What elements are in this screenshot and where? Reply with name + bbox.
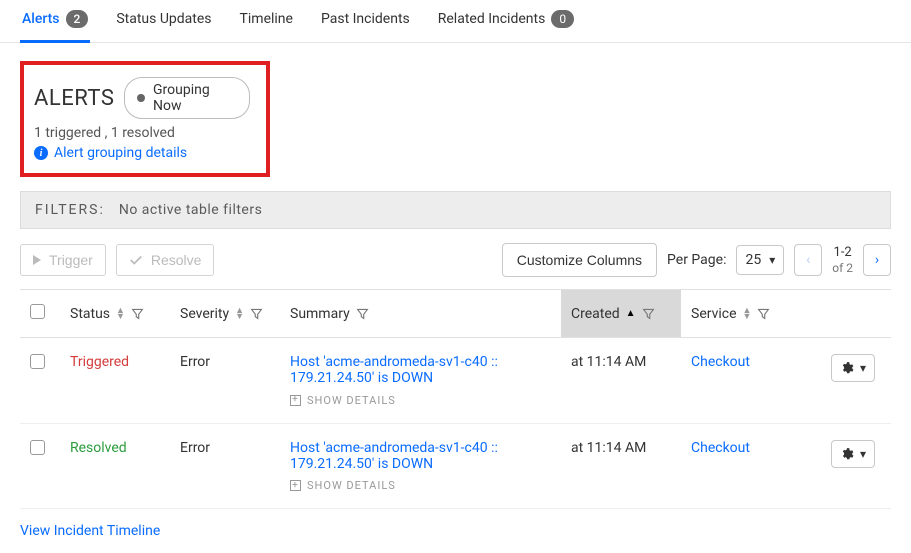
filters-bar: FILTERS: No active table filters xyxy=(20,191,891,229)
trigger-button[interactable]: Trigger xyxy=(20,244,106,276)
per-page-value: 25 xyxy=(745,252,761,268)
grouping-details-link[interactable]: Alert grouping details xyxy=(54,145,187,161)
tab-label: Past Incidents xyxy=(321,11,410,27)
chevron-right-icon: › xyxy=(875,252,879,268)
page-prev-button[interactable]: ‹ xyxy=(794,244,822,276)
grouping-now-pill[interactable]: Grouping Now xyxy=(124,77,250,119)
tab-badge: 2 xyxy=(66,10,89,28)
table-row: Resolved Error Host 'acme-andromeda-sv1-… xyxy=(20,423,891,509)
page-title: ALERTS xyxy=(34,86,114,111)
show-details-label: SHOW DETAILS xyxy=(307,394,396,407)
tab-timeline[interactable]: Timeline xyxy=(238,0,295,43)
page-range-numbers: 1-2 xyxy=(834,245,852,260)
tab-past-incidents[interactable]: Past Incidents xyxy=(319,0,412,43)
sort-icon[interactable]: ▲▼ xyxy=(235,308,244,320)
grouping-pill-label: Grouping Now xyxy=(153,82,237,114)
page-range: 1-2 of 2 xyxy=(832,245,853,275)
tab-related-incidents[interactable]: Related Incidents 0 xyxy=(436,0,576,43)
info-icon: i xyxy=(34,146,48,160)
status-value: Resolved xyxy=(70,440,127,456)
select-all-checkbox[interactable] xyxy=(30,304,45,319)
col-created-label: Created xyxy=(571,306,620,322)
filters-status: No active table filters xyxy=(119,202,262,218)
dot-icon xyxy=(137,94,145,102)
show-details-label: SHOW DETAILS xyxy=(307,479,396,492)
severity-value: Error xyxy=(180,354,210,370)
per-page-select[interactable]: 25 ▾ xyxy=(736,245,784,275)
filter-icon[interactable] xyxy=(356,307,369,320)
customize-columns-button[interactable]: Customize Columns xyxy=(502,243,657,277)
page-next-button[interactable]: › xyxy=(863,244,891,276)
tab-label: Timeline xyxy=(240,11,293,27)
status-value: Triggered xyxy=(70,354,129,370)
summary-link[interactable]: Host 'acme-andromeda-sv1-c40 :: 179.21.2… xyxy=(290,354,551,386)
tab-status-updates[interactable]: Status Updates xyxy=(114,0,213,43)
play-icon xyxy=(33,255,41,265)
alerts-summary-text: 1 triggered , 1 resolved xyxy=(34,125,250,141)
row-actions-dropdown[interactable]: ▾ xyxy=(831,354,875,382)
summary-link[interactable]: Host 'acme-andromeda-sv1-c40 :: 179.21.2… xyxy=(290,440,551,472)
tab-label: Alerts xyxy=(22,11,60,27)
filter-icon[interactable] xyxy=(250,307,263,320)
gear-icon xyxy=(840,361,854,375)
filters-label: FILTERS: xyxy=(35,202,105,218)
per-page-label: Per Page: xyxy=(667,252,726,268)
sort-icon[interactable]: ▲▼ xyxy=(743,308,752,320)
chevron-down-icon: ▾ xyxy=(860,361,866,375)
row-checkbox[interactable] xyxy=(30,440,45,455)
chevron-left-icon: ‹ xyxy=(806,252,810,268)
created-value: at 11:14 AM xyxy=(571,440,646,456)
filter-icon[interactable] xyxy=(757,307,770,320)
page-range-of: of 2 xyxy=(832,261,853,275)
table-row: Triggered Error Host 'acme-andromeda-sv1… xyxy=(20,338,891,424)
filter-icon[interactable] xyxy=(131,307,144,320)
col-status-label: Status xyxy=(70,306,110,322)
row-actions-dropdown[interactable]: ▾ xyxy=(831,440,875,468)
tab-label: Related Incidents xyxy=(438,11,546,27)
tab-alerts[interactable]: Alerts 2 xyxy=(20,0,90,43)
action-row: Trigger Resolve Customize Columns Per Pa… xyxy=(20,243,891,277)
alerts-table: Status ▲▼ Severity ▲▼ Summary xyxy=(20,289,891,509)
created-value: at 11:14 AM xyxy=(571,354,646,370)
view-timeline-link[interactable]: View Incident Timeline xyxy=(20,523,160,539)
chevron-down-icon: ▾ xyxy=(769,253,775,267)
check-icon xyxy=(129,254,143,266)
service-link[interactable]: Checkout xyxy=(691,440,750,456)
tab-badge: 0 xyxy=(551,10,574,28)
tabs-bar: Alerts 2 Status Updates Timeline Past In… xyxy=(0,0,911,43)
severity-value: Error xyxy=(180,440,210,456)
col-severity-label: Severity xyxy=(180,306,229,322)
alerts-header-box: ALERTS Grouping Now 1 triggered , 1 reso… xyxy=(20,61,270,177)
show-details-toggle[interactable]: + SHOW DETAILS xyxy=(290,479,396,492)
show-details-toggle[interactable]: + SHOW DETAILS xyxy=(290,394,396,407)
sort-asc-icon[interactable]: ▲ xyxy=(626,308,636,319)
tab-label: Status Updates xyxy=(116,11,211,27)
gear-icon xyxy=(840,447,854,461)
resolve-label: Resolve xyxy=(151,252,202,268)
expand-icon: + xyxy=(290,480,301,491)
trigger-label: Trigger xyxy=(49,252,93,268)
col-summary-label: Summary xyxy=(290,306,350,322)
resolve-button[interactable]: Resolve xyxy=(116,244,215,276)
chevron-down-icon: ▾ xyxy=(860,447,866,461)
col-service-label: Service xyxy=(691,306,737,322)
sort-icon[interactable]: ▲▼ xyxy=(116,308,125,320)
expand-icon: + xyxy=(290,395,301,406)
filter-icon[interactable] xyxy=(642,307,655,320)
service-link[interactable]: Checkout xyxy=(691,354,750,370)
row-checkbox[interactable] xyxy=(30,354,45,369)
